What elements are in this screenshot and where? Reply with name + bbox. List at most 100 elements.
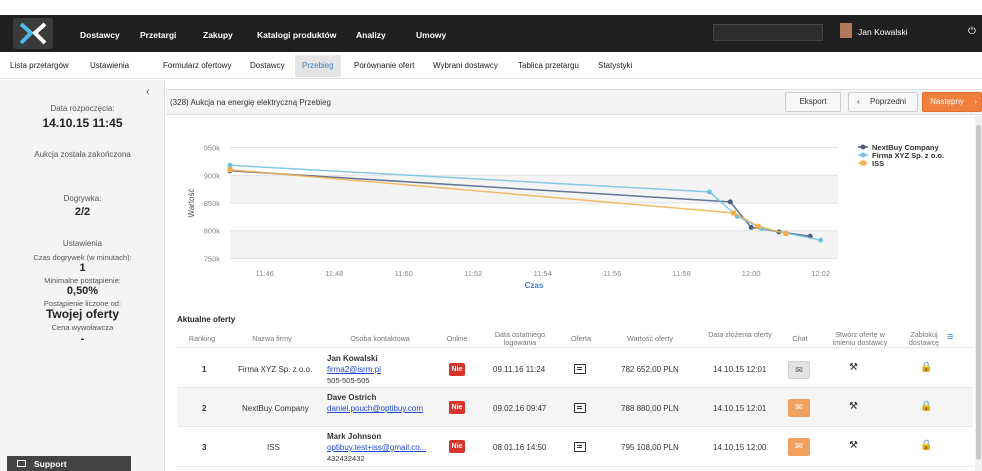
x-tick-label: 11:52 (464, 269, 482, 278)
chart-svg: 750k 800k 850k 900k 950k 11:46 11:48 11:50 11:52… (187, 143, 944, 290)
nav-dostawcy[interactable]: Dostawcy (80, 30, 120, 40)
x-axis-title: Czas (525, 281, 544, 290)
column-menu-icon[interactable]: ≡ (947, 331, 953, 343)
tab-ustawienia[interactable]: Ustawienia (90, 61, 129, 70)
gavel-icon[interactable]: ⚒ (849, 362, 858, 373)
submitted-1: 14.10.15 12:01 (713, 365, 767, 374)
col-online[interactable]: Online (440, 335, 474, 343)
offer-details-icon[interactable] (574, 403, 586, 413)
tab-dostawcy[interactable]: Dostawcy (250, 61, 285, 70)
x-tick-label: 11:54 (534, 269, 552, 278)
tab-wybrani-dostawcy[interactable]: Wybrani dostawcy (433, 61, 498, 70)
nav-analizy[interactable]: Analizy (356, 30, 386, 40)
overtime-time-value: 1 (79, 262, 86, 274)
user-avatar[interactable] (840, 23, 852, 38)
rank-2: 2 (202, 404, 207, 413)
company-3: ISS (267, 443, 280, 452)
previous-button[interactable]: ‹ Poprzedni (848, 92, 918, 112)
nav-katalogi-produktow[interactable]: Katalogi produktów (257, 30, 336, 40)
y-tick-label: 950k (204, 144, 221, 153)
col-company[interactable]: Nazwa firmy (232, 335, 312, 343)
series-point (731, 210, 737, 216)
logo-x-icon (19, 22, 47, 45)
scrollbar-thumb[interactable] (976, 125, 981, 460)
col-submitted[interactable]: Data złożenia oferty (708, 331, 772, 339)
chat-envelope-icon[interactable]: ✉ (788, 399, 810, 417)
gavel-icon[interactable]: ⚒ (849, 440, 858, 451)
online-status-badge: Nie (449, 440, 465, 453)
col-value[interactable]: Wartość oferty (612, 335, 688, 343)
envelope-icon (17, 460, 26, 467)
col-contact[interactable]: Osoba kontaktowa (330, 335, 430, 343)
tab-przebieg[interactable]: Przebieg (295, 55, 341, 77)
start-date-label: Data rozpoczęcia: (50, 104, 115, 113)
col-ranking[interactable]: Ranking (182, 335, 222, 343)
online-status-badge: Nie (449, 363, 465, 376)
offer-value-1: 782 652,00 PLN (621, 365, 679, 374)
col-chat[interactable]: Chat (785, 335, 815, 343)
contact-phone-3: 432432432 (327, 454, 365, 463)
row-divider (177, 466, 973, 467)
contact-email-2[interactable]: daniel.pouch@optibuy.com (327, 404, 423, 413)
tab-lista-przetargow[interactable]: Lista przetargów (10, 61, 69, 70)
gavel-icon[interactable]: ⚒ (849, 401, 858, 412)
lock-icon[interactable]: 🔒 (920, 362, 932, 373)
step-from-value: Twojej oferty (45, 307, 120, 321)
next-button[interactable]: Następny › (922, 92, 982, 112)
offer-value-3: 795 108,00 PLN (621, 443, 679, 452)
col-create-offer[interactable]: Stwórz ofertę w imieniu dostawcy (825, 331, 895, 347)
last-login-2: 09.02.16 09:47 (493, 404, 547, 413)
next-label: Następny (930, 97, 964, 106)
series-point (727, 199, 733, 205)
chat-envelope-icon[interactable]: ✉ (788, 438, 810, 456)
overtime-value: 2/2 (74, 206, 91, 218)
offer-details-icon[interactable] (574, 364, 586, 374)
lock-icon[interactable]: 🔒 (920, 401, 932, 412)
contact-email-3[interactable]: optibuy.test+iss@gmail.co... (327, 443, 426, 452)
collapse-sidebar-icon[interactable]: ‹ (146, 86, 150, 98)
submitted-3: 14.10.15 12:00 (713, 443, 767, 452)
col-offer[interactable]: Oferta (564, 335, 598, 343)
col-block-supplier[interactable]: Zablokuj dostawcę (904, 331, 944, 347)
nav-zakupy[interactable]: Zakupy (203, 30, 233, 40)
legend-label: ISS (872, 159, 884, 168)
bid-history-chart: 750k 800k 850k 900k 950k 11:46 11:48 11:50 11:52… (178, 134, 956, 294)
chevron-right-icon: › (974, 97, 977, 106)
lock-icon[interactable]: 🔒 (920, 440, 932, 451)
min-step-label: Minimalne postąpienie: (44, 276, 121, 285)
table-header-divider (177, 347, 973, 348)
legend-marker (860, 144, 866, 150)
offer-value-2: 788 880,00 PLN (621, 404, 679, 413)
tab-formularz-ofertowy[interactable]: Formularz ofertowy (163, 61, 231, 70)
chat-envelope-icon[interactable]: ✉ (788, 361, 810, 379)
contact-name-1: Jan Kowalski (327, 354, 378, 363)
start-price-label: Cena wywoławcza (51, 323, 114, 332)
x-tick-label: 12:00 (742, 269, 761, 278)
rank-3: 3 (202, 443, 207, 452)
power-icon[interactable]: ⏻ (968, 26, 976, 37)
y-tick-label: 900k (204, 171, 221, 180)
legend-marker (860, 152, 866, 158)
contact-name-3: Mark Johnson (327, 432, 382, 441)
tab-tablica-przetargu[interactable]: Tablica przetargu (518, 61, 579, 70)
x-tick-label: 11:48 (325, 269, 343, 278)
grid-band (230, 230, 838, 259)
nav-przetargi[interactable]: Przetargi (140, 30, 176, 40)
col-last-login[interactable]: Data ostatniego logowania (488, 331, 552, 347)
app-logo[interactable] (13, 18, 53, 49)
contact-email-1[interactable]: firma2@isrm.pl (327, 365, 381, 374)
series-point (818, 237, 824, 243)
min-step-value: 0,50% (66, 285, 99, 297)
export-button[interactable]: Eksport (785, 92, 841, 112)
search-input[interactable] (713, 24, 823, 41)
auction-title: (328) Aukcja na energię elektryczną Prze… (170, 98, 331, 107)
y-axis-title: Wartość (187, 188, 196, 217)
series-point (748, 224, 754, 230)
contact-phone-1: 505-505-505 (327, 376, 370, 385)
user-name[interactable]: Jan Kowalski (858, 27, 908, 37)
tab-porownanie-ofert[interactable]: Porównanie ofert (354, 61, 414, 70)
start-date-value: 14.10.15 11:45 (42, 116, 123, 130)
tab-statystyki[interactable]: Statystyki (598, 61, 632, 70)
offer-details-icon[interactable] (574, 442, 586, 452)
nav-umowy[interactable]: Umowy (416, 30, 446, 40)
